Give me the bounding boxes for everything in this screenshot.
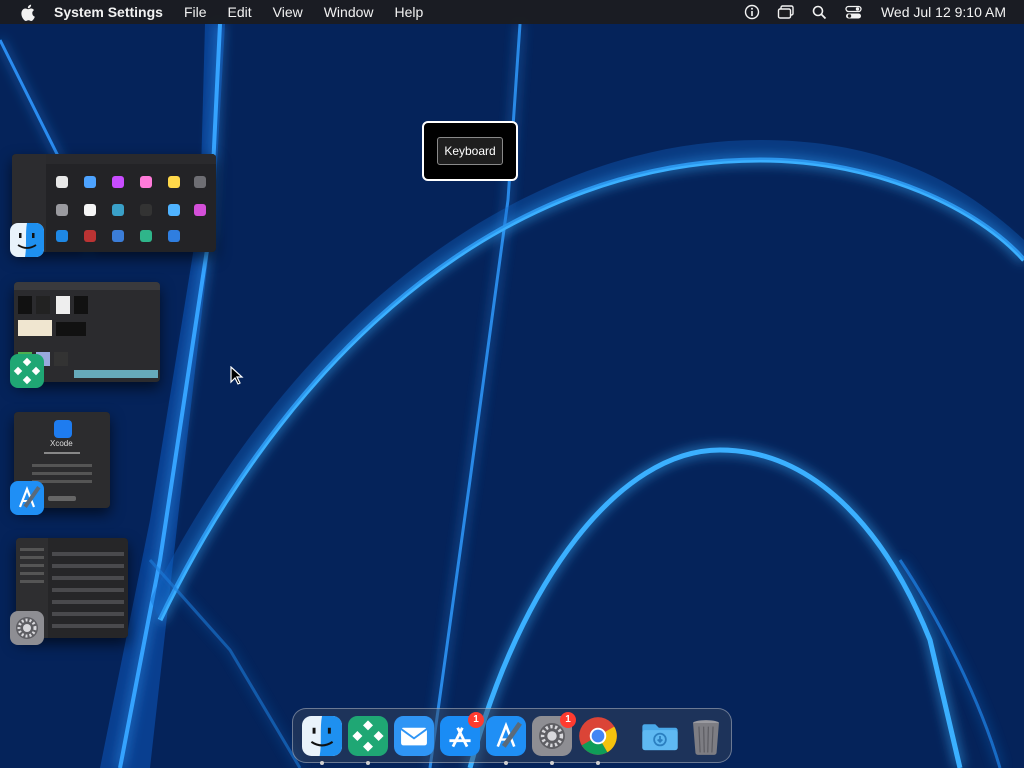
chrome-icon bbox=[579, 716, 617, 755]
xcode-thumbnail-title: Xcode bbox=[50, 439, 73, 448]
dock-system-settings[interactable]: 1 bbox=[532, 711, 576, 765]
menu-edit[interactable]: Edit bbox=[228, 0, 252, 24]
menu-bar: System Settings File Edit View Window He… bbox=[0, 0, 1024, 24]
notification-badge: 1 bbox=[560, 711, 576, 728]
menu-window[interactable]: Window bbox=[324, 0, 374, 24]
system-settings-icon[interactable] bbox=[10, 611, 44, 645]
xcode-icon bbox=[486, 715, 526, 756]
green-diamond-icon bbox=[348, 715, 388, 756]
keyboard-hud: Keyboard bbox=[422, 121, 518, 181]
dock-finder[interactable] bbox=[302, 715, 342, 765]
menu-app-name[interactable]: System Settings bbox=[54, 0, 163, 24]
apple-logo-icon[interactable] bbox=[18, 0, 36, 24]
green-diamond-icon[interactable] bbox=[10, 354, 44, 388]
dock: 1 1 bbox=[292, 708, 732, 765]
menu-help[interactable]: Help bbox=[395, 0, 424, 24]
trash-icon bbox=[693, 719, 719, 755]
dock-mail[interactable] bbox=[394, 715, 434, 756]
downloads-folder-icon bbox=[642, 723, 678, 750]
dock-green-app[interactable] bbox=[348, 715, 388, 765]
dock-downloads[interactable] bbox=[640, 716, 680, 756]
running-indicator bbox=[504, 760, 508, 765]
control-center-icon[interactable] bbox=[845, 3, 863, 21]
notification-badge: 1 bbox=[468, 711, 484, 728]
dock-chrome[interactable] bbox=[578, 716, 618, 765]
running-indicator bbox=[596, 760, 600, 765]
menu-view[interactable]: View bbox=[273, 0, 303, 24]
running-indicator bbox=[366, 760, 370, 765]
running-indicator bbox=[320, 760, 324, 765]
keyboard-hud-label[interactable]: Keyboard bbox=[437, 137, 503, 165]
menu-file[interactable]: File bbox=[184, 0, 207, 24]
spotlight-search-icon[interactable] bbox=[811, 3, 829, 21]
dock-xcode[interactable] bbox=[486, 715, 526, 765]
mail-icon bbox=[394, 715, 434, 756]
running-indicator bbox=[550, 760, 554, 765]
desktop-wallpaper bbox=[0, 0, 1024, 768]
dock-app-store[interactable]: 1 bbox=[440, 711, 484, 756]
menubar-clock[interactable]: Wed Jul 12 9:10 AM bbox=[881, 4, 1006, 20]
screen-mirroring-icon[interactable] bbox=[777, 3, 795, 21]
xcode-icon[interactable] bbox=[10, 481, 44, 515]
finder-icon[interactable] bbox=[10, 223, 44, 257]
dock-trash[interactable] bbox=[686, 716, 726, 756]
mouse-cursor-icon bbox=[230, 366, 244, 385]
finder-icon bbox=[302, 715, 342, 756]
info-icon[interactable] bbox=[743, 3, 761, 21]
